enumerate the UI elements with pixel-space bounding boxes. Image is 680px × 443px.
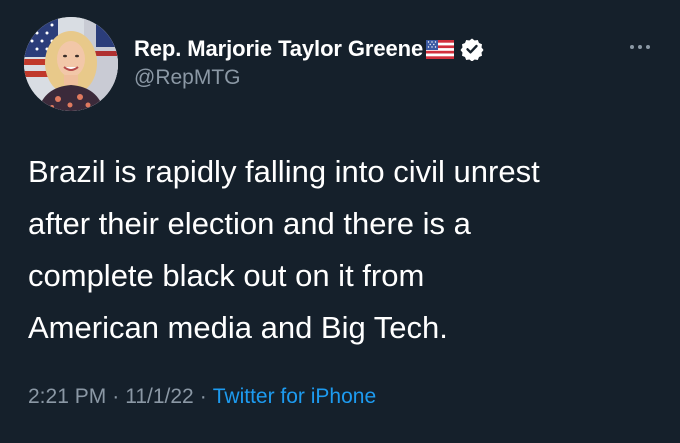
more-dots-icon [638,45,642,49]
tweet-time[interactable]: 2:21 PM [28,385,106,408]
tweet-metadata: 2:21 PM · 11/1/22 · Twitter for iPhone [28,385,376,409]
more-dots-icon [630,45,634,49]
meta-separator: · [112,385,120,408]
tweet-card: Rep. Marjorie Taylor Greene @RepMTG Braz… [0,0,680,443]
tweet-date[interactable]: 11/1/22 [125,385,194,408]
us-flag-icon [426,39,455,59]
meta-separator: · [199,385,207,408]
tweet-source-link[interactable]: Twitter for iPhone [213,385,376,408]
more-options-button[interactable] [622,38,658,56]
name-row: Rep. Marjorie Taylor Greene [134,36,484,62]
display-name[interactable]: Rep. Marjorie Taylor Greene [134,36,423,62]
user-handle[interactable]: @RepMTG [134,66,484,90]
avatar-image [24,17,118,111]
verified-badge-icon [460,37,484,62]
more-dots-icon [646,45,650,49]
tweet-header: Rep. Marjorie Taylor Greene @RepMTG [134,36,484,96]
avatar[interactable] [24,17,118,111]
tweet-text: Brazil is rapidly falling into civil unr… [28,154,540,345]
